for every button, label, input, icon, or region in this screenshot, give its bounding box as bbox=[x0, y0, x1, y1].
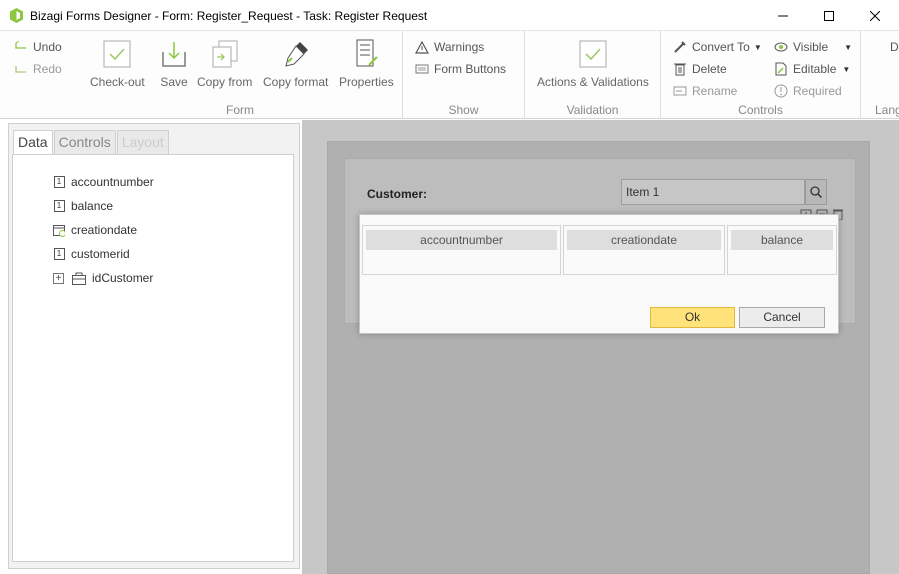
editable-icon bbox=[774, 62, 788, 76]
paintbrush-icon bbox=[279, 37, 313, 71]
undo-icon bbox=[14, 40, 28, 54]
convert-to-button[interactable]: Convert To ▼ bbox=[673, 40, 762, 54]
visible-button[interactable]: Visible ▼ bbox=[774, 40, 852, 54]
actions-validations-button[interactable]: Actions & Validations bbox=[537, 37, 649, 89]
show-group: Warnings Form Buttons Show bbox=[403, 31, 525, 119]
close-button[interactable] bbox=[852, 0, 898, 31]
copy-from-button[interactable]: Copy from bbox=[197, 37, 252, 89]
tree-item-balance[interactable]: 1 balance bbox=[53, 199, 113, 213]
chevron-down-icon: ▼ bbox=[842, 64, 851, 74]
required-icon bbox=[774, 84, 788, 98]
redo-label: Redo bbox=[33, 62, 62, 76]
controls-group-label: Controls bbox=[738, 103, 783, 117]
undo-button[interactable]: Undo bbox=[14, 40, 62, 54]
maximize-button[interactable] bbox=[806, 0, 852, 31]
tree-item-creationdate[interactable]: creationdate bbox=[53, 223, 137, 237]
validation-group: Actions & Validations Validation bbox=[525, 31, 661, 119]
chevron-down-icon: ▼ bbox=[844, 42, 853, 52]
columns-dialog: accountnumber creationdate balance Ok Ca… bbox=[359, 214, 839, 334]
save-button[interactable]: Save bbox=[157, 37, 191, 89]
grid-column-accountnumber[interactable]: accountnumber bbox=[362, 225, 561, 275]
validation-group-label: Validation bbox=[566, 103, 619, 117]
checkout-button[interactable]: Check-out bbox=[90, 37, 145, 89]
convert-icon bbox=[673, 40, 687, 54]
grid-column-creationdate[interactable]: creationdate bbox=[563, 225, 725, 275]
save-icon bbox=[157, 37, 191, 71]
show-group-label: Show bbox=[448, 103, 479, 117]
expand-icon[interactable]: + bbox=[53, 272, 64, 284]
tab-layout[interactable]: Layout bbox=[116, 130, 169, 154]
tree-item-accountnumber[interactable]: 1 accountnumber bbox=[53, 175, 154, 189]
title-bar: Bizagi Forms Designer - Form: Register_R… bbox=[0, 0, 899, 31]
tab-controls[interactable]: Controls bbox=[53, 130, 116, 154]
eye-icon bbox=[774, 40, 788, 54]
calendar-icon bbox=[53, 224, 65, 237]
warning-icon bbox=[415, 40, 429, 54]
columns-grid: accountnumber creationdate balance bbox=[362, 225, 837, 275]
maximize-icon bbox=[824, 10, 834, 21]
copy-from-icon bbox=[208, 37, 242, 71]
number-attribute-icon: 1 bbox=[53, 200, 65, 212]
rename-icon bbox=[673, 84, 687, 98]
ok-button[interactable]: Ok bbox=[650, 307, 735, 328]
number-attribute-icon: 1 bbox=[53, 176, 65, 188]
form-group: Check-out Save Copy from Copy format Pro… bbox=[78, 31, 403, 119]
editable-button[interactable]: Editable ▼ bbox=[774, 62, 850, 76]
left-panel: Data Controls Layout 1 accountnumber 1 b… bbox=[8, 123, 300, 569]
number-attribute-icon: 1 bbox=[53, 248, 65, 260]
cancel-button[interactable]: Cancel bbox=[739, 307, 825, 328]
left-panel-tabs: Data Controls Layout bbox=[13, 130, 170, 155]
customer-search-input[interactable]: Item 1 bbox=[621, 179, 805, 205]
design-canvas: Customer: Item 1 bbox=[302, 120, 899, 574]
rename-button[interactable]: Rename bbox=[673, 84, 737, 98]
window-title: Bizagi Forms Designer - Form: Register_R… bbox=[30, 9, 428, 23]
language-group: D Lang bbox=[861, 31, 899, 119]
entity-icon bbox=[72, 272, 86, 285]
form-area: Customer: Item 1 bbox=[327, 141, 870, 574]
copy-format-button[interactable]: Copy format bbox=[263, 37, 328, 89]
minimize-button[interactable] bbox=[760, 0, 806, 31]
delete-button[interactable]: Delete bbox=[673, 62, 727, 76]
minimize-icon bbox=[778, 15, 788, 16]
form-buttons-button[interactable]: Form Buttons bbox=[415, 62, 506, 76]
trash-icon bbox=[673, 62, 687, 76]
close-icon bbox=[870, 10, 880, 21]
tree-item-customerid[interactable]: 1 customerid bbox=[53, 247, 130, 261]
redo-button[interactable]: Redo bbox=[14, 62, 62, 76]
checkout-icon bbox=[100, 37, 134, 71]
redo-icon bbox=[14, 62, 28, 76]
validation-check-icon bbox=[576, 37, 610, 71]
grid-column-balance[interactable]: balance bbox=[727, 225, 837, 275]
tree-item-idcustomer[interactable]: + idCustomer bbox=[53, 271, 153, 285]
language-group-label: Lang bbox=[875, 103, 899, 117]
undo-label: Undo bbox=[33, 40, 62, 54]
warnings-button[interactable]: Warnings bbox=[415, 40, 484, 54]
chevron-down-icon: ▼ bbox=[753, 42, 762, 52]
ribbon: Undo Redo Check-out Save Copy from Copy … bbox=[0, 31, 899, 119]
controls-group: Convert To ▼ Delete Rename Visible ▼ Edi… bbox=[661, 31, 861, 119]
form-buttons-icon bbox=[415, 62, 429, 76]
tab-data[interactable]: Data bbox=[13, 130, 53, 155]
customer-label: Customer: bbox=[367, 187, 428, 201]
data-tree: 1 accountnumber 1 balance creationdate 1… bbox=[12, 154, 294, 562]
properties-icon bbox=[349, 37, 383, 71]
search-icon bbox=[810, 186, 822, 198]
language-button[interactable]: D bbox=[890, 40, 899, 54]
required-button[interactable]: Required bbox=[774, 84, 842, 98]
bizagi-logo-icon bbox=[10, 8, 23, 23]
customer-search-button[interactable] bbox=[805, 179, 827, 205]
properties-button[interactable]: Properties bbox=[339, 37, 394, 89]
form-group-label: Form bbox=[226, 103, 254, 117]
